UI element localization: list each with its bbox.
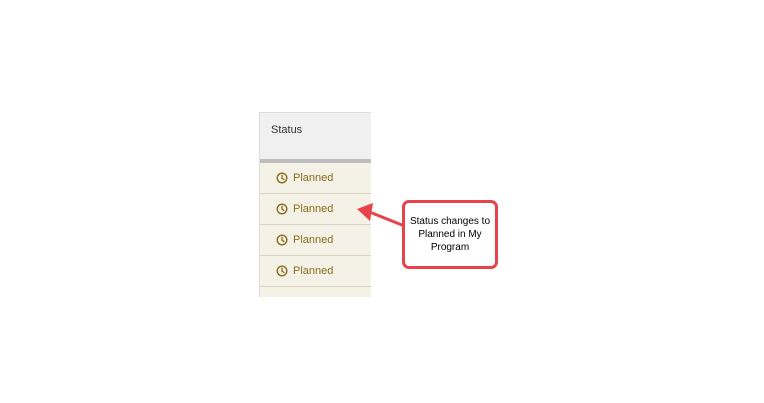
clock-icon: [276, 265, 288, 277]
status-label: Planned: [293, 234, 334, 246]
table-row-partial: [260, 287, 371, 297]
status-label: Planned: [293, 265, 334, 277]
status-header-label: Status: [271, 124, 303, 136]
table-row[interactable]: Planned: [260, 194, 371, 225]
table-row[interactable]: Planned: [260, 163, 371, 194]
status-label: Planned: [293, 172, 334, 184]
status-column-header[interactable]: Status: [260, 113, 371, 163]
status-table: Status Planned Planned Planned Planned: [259, 112, 371, 297]
table-row[interactable]: Planned: [260, 256, 371, 287]
table-row[interactable]: Planned: [260, 225, 371, 256]
clock-icon: [276, 172, 288, 184]
clock-icon: [276, 234, 288, 246]
status-label: Planned: [293, 203, 334, 215]
callout-box: Status changes to Planned in My Program: [402, 200, 498, 269]
status-table-body: Planned Planned Planned Planned: [260, 163, 371, 297]
clock-icon: [276, 203, 288, 215]
callout-text: Status changes to Planned in My Program: [409, 216, 491, 253]
callout-arrow: [357, 203, 404, 227]
